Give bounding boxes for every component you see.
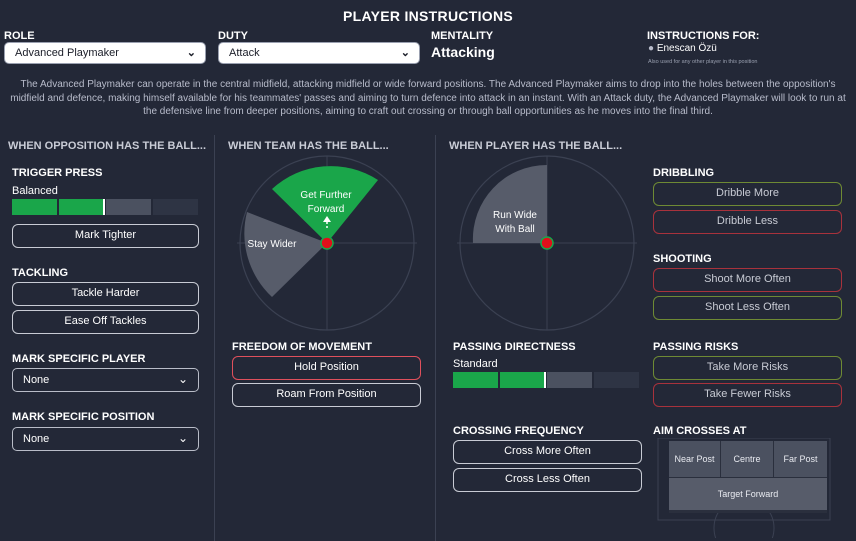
divider	[435, 135, 436, 541]
aim-centre[interactable]: Centre	[721, 441, 773, 477]
aim-crosses-at-label: AIM CROSSES AT	[653, 425, 747, 437]
section-header-team: WHEN TEAM HAS THE BALL...	[228, 140, 389, 152]
role-label: ROLE	[4, 30, 35, 42]
player-position-marker	[320, 236, 334, 250]
mark-player-value: None	[23, 374, 50, 386]
dribble-more-button[interactable]: Dribble More	[653, 182, 842, 206]
aim-near-post[interactable]: Near Post	[669, 441, 720, 477]
duty-value: Attack	[229, 47, 260, 59]
slider-handle[interactable]	[103, 199, 105, 215]
page-title: PLAYER INSTRUCTIONS	[342, 8, 514, 24]
shooting-label: SHOOTING	[653, 253, 712, 265]
section-header-opposition: WHEN OPPOSITION HAS THE BALL...	[8, 140, 207, 152]
role-description: The Advanced Playmaker can operate in th…	[10, 79, 846, 117]
trigger-press-value: Balanced	[12, 185, 58, 197]
slider-handle[interactable]	[544, 372, 546, 388]
mentality-label: MENTALITY	[431, 30, 494, 42]
tackling-label: TACKLING	[12, 267, 69, 279]
chevron-down-icon: ⌄	[177, 431, 188, 445]
duty-label: DUTY	[218, 30, 248, 42]
section-header-player: WHEN PLAYER HAS THE BALL...	[449, 140, 623, 152]
divider	[214, 135, 215, 541]
roam-from-position-button[interactable]: Roam From Position	[232, 383, 421, 407]
cross-less-often-button[interactable]: Cross Less Often	[453, 468, 642, 492]
passing-directness-label: PASSING DIRECTNESS	[453, 341, 576, 353]
mark-position-value: None	[23, 433, 50, 445]
role-select[interactable]: Advanced Playmaker ⌄	[4, 42, 206, 64]
aim-far-post[interactable]: Far Post	[774, 441, 827, 477]
shoot-more-often-button[interactable]: Shoot More Often	[653, 268, 842, 292]
instructions-note: Also used for any other player in this p…	[648, 59, 758, 65]
mentality-value: Attacking	[431, 44, 495, 60]
stay-wider-label: Stay Wider	[248, 239, 298, 250]
movement-dial[interactable]: Get Further Forward Stay Wider	[222, 152, 432, 332]
freedom-of-movement-label: FREEDOM OF MOVEMENT	[232, 341, 372, 353]
trigger-press-label: TRIGGER PRESS	[12, 167, 103, 179]
mark-specific-position-select[interactable]: None ⌄	[12, 427, 199, 451]
dribbling-label: DRIBBLING	[653, 167, 715, 179]
chevron-down-icon: ⌄	[177, 372, 188, 386]
tackle-harder-button[interactable]: Tackle Harder	[12, 282, 199, 306]
instructions-for-label: INSTRUCTIONS FOR:	[647, 30, 760, 42]
aim-target-forward[interactable]: Target Forward	[669, 478, 827, 510]
hold-position-button[interactable]: Hold Position	[232, 356, 421, 380]
get-further-forward-label: Get Further	[300, 190, 352, 201]
player-name: Enescan Özü	[656, 43, 717, 54]
mark-specific-player-select[interactable]: None ⌄	[12, 368, 199, 392]
ease-off-tackles-button[interactable]: Ease Off Tackles	[12, 310, 199, 334]
mark-specific-player-label: MARK SPECIFIC PLAYER	[12, 353, 146, 365]
take-more-risks-button[interactable]: Take More Risks	[653, 356, 842, 380]
role-value: Advanced Playmaker	[15, 47, 119, 59]
person-icon: ●	[648, 43, 655, 54]
take-fewer-risks-button[interactable]: Take Fewer Risks	[653, 383, 842, 407]
mark-tighter-button[interactable]: Mark Tighter	[12, 224, 199, 248]
chevron-down-icon: ⌄	[400, 47, 410, 59]
chevron-down-icon: ⌄	[186, 47, 196, 59]
passing-risks-label: PASSING RISKS	[653, 341, 739, 353]
player-selector[interactable]: ● Enescan Özü	[648, 43, 717, 54]
shoot-less-often-button[interactable]: Shoot Less Often	[653, 296, 842, 320]
duty-select[interactable]: Attack ⌄	[218, 42, 420, 64]
run-wide-label: Run Wide	[493, 210, 537, 221]
cross-more-often-button[interactable]: Cross More Often	[453, 440, 642, 464]
run-wide-label-2: With Ball	[495, 224, 534, 235]
passing-directness-slider[interactable]	[453, 372, 639, 388]
mark-specific-position-label: MARK SPECIFIC POSITION	[12, 411, 155, 423]
crossing-frequency-label: CROSSING FREQUENCY	[453, 425, 584, 437]
player-position-marker	[540, 236, 554, 250]
passing-directness-value: Standard	[453, 358, 498, 370]
dribble-less-button[interactable]: Dribble Less	[653, 210, 842, 234]
ball-dial[interactable]: Run Wide With Ball	[443, 152, 643, 332]
trigger-press-slider[interactable]	[12, 199, 198, 215]
get-further-forward-label-2: Forward	[308, 204, 345, 215]
